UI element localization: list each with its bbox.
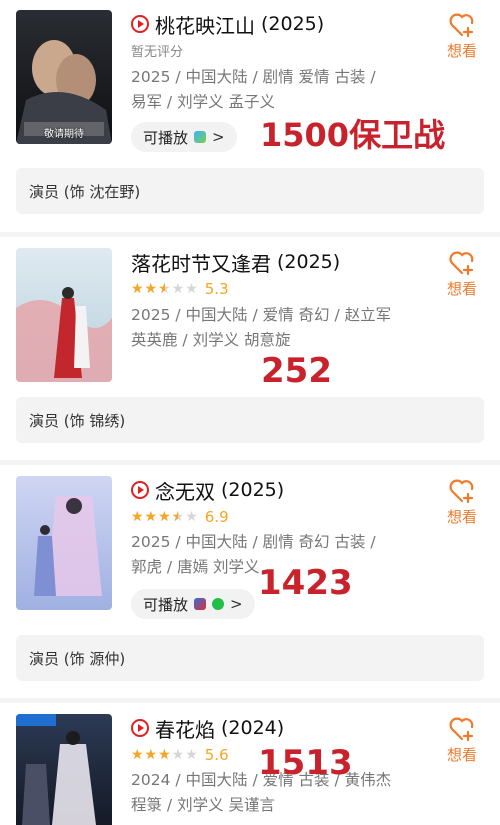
poster-caption: 敬请期待 [44, 129, 84, 140]
play-icon [131, 719, 149, 737]
rating-score: 6.9 [204, 508, 229, 526]
drama-title[interactable]: 落花时节又逢君 [131, 248, 271, 277]
drama-card[interactable]: 春花焰 (2024) ★★★★★★★★★★ 5.6 2024 / 中国大陆 / … [0, 703, 500, 825]
info-line: 程箓 / 刘学义 吴谨言 [131, 796, 276, 814]
heart-plus-icon [449, 13, 474, 38]
cast-role[interactable]: 演员 (饰 源仲) [16, 635, 484, 681]
want-label: 想看 [446, 280, 477, 298]
poster-image[interactable] [16, 476, 112, 610]
overlay-number: 1500保卫战 [260, 116, 446, 154]
want-to-watch-button[interactable]: 想看 [442, 12, 482, 61]
playable-button[interactable]: 可播放 > [131, 122, 237, 152]
poster-image[interactable]: 敬请期待 [16, 10, 112, 144]
heart-plus-icon [449, 717, 474, 742]
heart-plus-icon [449, 251, 474, 276]
info-line: 2025 / 中国大陆 / 爱情 奇幻 / 赵立军 [131, 306, 392, 324]
play-icon [131, 481, 149, 499]
play-icon [131, 15, 149, 33]
rating-row: 暂无评分 [131, 39, 183, 61]
drama-year: (2025) [261, 13, 325, 35]
drama-list: 敬请期待 桃花映江山 (2025) 暂无评分 2025 / 中国大陆 / 剧情 … [0, 0, 500, 825]
want-to-watch-button[interactable]: 想看 [442, 716, 482, 765]
poster-art [16, 714, 112, 825]
title-row[interactable]: 桃花映江山 (2025) [131, 10, 324, 38]
drama-title[interactable]: 念无双 [155, 476, 215, 505]
drama-year: (2024) [221, 717, 285, 739]
poster-image[interactable] [16, 248, 112, 382]
overlay-number: 252 [261, 351, 332, 391]
rating-label: 暂无评分 [131, 44, 184, 60]
want-to-watch-button[interactable]: 想看 [442, 478, 482, 527]
iqiyi-logo-icon [212, 598, 225, 610]
title-row[interactable]: 念无双 (2025) [131, 476, 284, 504]
want-to-watch-button[interactable]: 想看 [442, 250, 482, 299]
drama-card[interactable]: 念无双 (2025) ★★★★★★★★★★ 6.9 2025 / 中国大陆 / … [0, 465, 500, 698]
star-rating: ★★★★★★★★★★ [131, 747, 199, 763]
title-row[interactable]: 春花焰 (2024) [131, 714, 284, 742]
cast-role[interactable]: 演员 (饰 锦绣) [16, 397, 484, 443]
star-rating: ★★★★★★★★★★ [131, 509, 199, 525]
overlay-number: 1513 [258, 743, 353, 783]
playable-button[interactable]: 可播放 > [131, 589, 255, 619]
star-rating: ★★★★★★★★★★ [131, 281, 199, 297]
rating-score: 5.6 [204, 746, 229, 764]
playable-label: 可播放 [143, 595, 189, 614]
drama-card[interactable]: 落花时节又逢君 (2025) ★★★★★★★★★★ 5.3 2025 / 中国大… [0, 237, 500, 460]
drama-year: (2025) [221, 479, 285, 501]
info-line: 2025 / 中国大陆 / 剧情 爱情 古装 / [131, 68, 376, 86]
rating-row: ★★★★★★★★★★ 5.3 [131, 278, 229, 300]
drama-title[interactable]: 春花焰 [155, 714, 215, 743]
overlay-number: 1423 [258, 563, 353, 603]
drama-info: 2025 / 中国大陆 / 剧情 爱情 古装 / 易军 / 刘学义 孟子义 [131, 65, 406, 115]
poster-art [16, 476, 112, 610]
poster-image[interactable] [16, 714, 112, 825]
chevron-right-icon: > [212, 128, 225, 146]
playable-label: 可播放 [143, 128, 189, 147]
cast-role[interactable]: 演员 (饰 沈在野) [16, 168, 484, 214]
drama-title[interactable]: 桃花映江山 [155, 10, 255, 39]
chevron-right-icon: > [230, 595, 243, 613]
drama-year: (2025) [277, 251, 341, 273]
poster-art [16, 248, 112, 382]
drama-card[interactable]: 敬请期待 桃花映江山 (2025) 暂无评分 2025 / 中国大陆 / 剧情 … [0, 0, 500, 232]
rating-row: ★★★★★★★★★★ 6.9 [131, 506, 229, 528]
want-label: 想看 [446, 508, 477, 526]
info-line: 2025 / 中国大陆 / 剧情 奇幻 古装 / [131, 533, 376, 551]
poster-art [16, 10, 112, 144]
rating-row: ★★★★★★★★★★ 5.6 [131, 744, 229, 766]
rating-score: 5.3 [204, 280, 229, 298]
want-label: 想看 [446, 42, 477, 60]
heart-plus-icon [449, 479, 474, 504]
title-row[interactable]: 落花时节又逢君 (2025) [131, 248, 340, 276]
want-label: 想看 [446, 746, 477, 764]
drama-info: 2025 / 中国大陆 / 爱情 奇幻 / 赵立军 英英鹿 / 刘学义 胡意旋 [131, 303, 406, 353]
source-logo-icon [194, 598, 207, 610]
source-logo-icon [194, 131, 207, 143]
info-line: 英英鹿 / 刘学义 胡意旋 [131, 331, 291, 349]
